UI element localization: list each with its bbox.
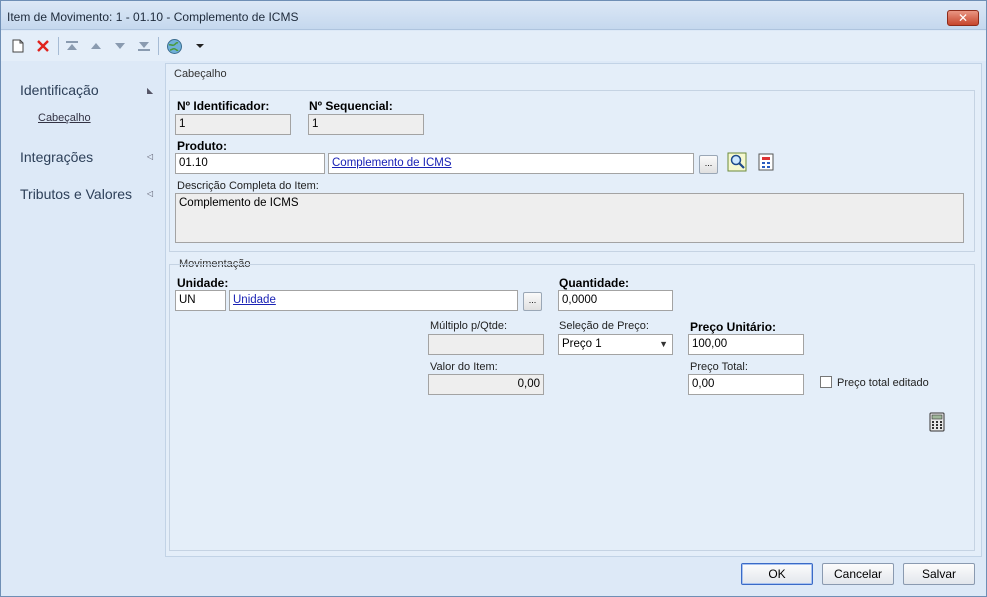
preco-editado-checkbox[interactable] [820,376,832,388]
calculator-icon[interactable] [926,411,948,433]
window-title: Item de Movimento: 1 - 01.10 - Complemen… [7,10,299,24]
unidade-code-input[interactable]: UN [175,290,226,311]
multiplo-field[interactable] [428,334,544,355]
produto-name-link[interactable]: Complemento de ICMS [332,157,452,169]
label-preco-editado: Preço total editado [837,377,929,389]
form-content: Cabeçalho Nº Identificador: 1 Nº Sequenc… [165,63,982,557]
produto-lookup-button[interactable]: ... [699,155,718,174]
label-quantidade: Quantidade: [559,276,630,290]
search-product-icon[interactable] [726,151,748,173]
collapsed-arrow-icon: ◁ [147,152,154,161]
toolbar-separator [58,37,59,55]
sidebar-subitem-cabecalho[interactable]: Cabeçalho [38,112,91,124]
unidade-lookup-button[interactable]: ... [523,292,542,311]
cancel-button[interactable]: Cancelar [822,563,894,585]
produto-code-input[interactable]: 01.10 [175,153,325,174]
delete-icon[interactable] [34,37,52,55]
sidebar: Identificação ◣ Cabeçalho Integrações ◁ … [1,61,161,561]
selecao-preco-select[interactable]: Preço 1 ▼ [558,334,673,355]
label-descricao: Descrição Completa do Item: [177,180,319,192]
first-record-icon[interactable] [63,37,81,55]
dropdown-arrow-icon[interactable] [191,37,209,55]
sidebar-item-tributos-valores[interactable]: Tributos e Valores [20,186,132,202]
label-preco-unitario: Preço Unitário: [690,320,777,334]
collapsed-arrow-icon: ◁ [147,189,154,198]
selecao-preco-value: Preço 1 [562,338,602,350]
save-button[interactable]: Salvar [903,563,975,585]
produto-name-field[interactable]: Complemento de ICMS [328,153,694,174]
new-document-icon[interactable] [9,37,27,55]
group-label-cabecalho: Cabeçalho [174,68,227,80]
ok-button[interactable]: OK [741,563,813,585]
label-preco-total: Preço Total: [690,361,748,373]
quantidade-input[interactable]: 0,0000 [558,290,673,311]
label-valor-item: Valor do Item: [430,361,498,373]
identificador-field[interactable]: 1 [175,114,291,135]
globe-icon[interactable] [165,37,183,55]
preco-unitario-input[interactable]: 100,00 [688,334,804,355]
label-sequencial: Nº Sequencial: [309,99,393,113]
label-identificador: Nº Identificador: [177,99,270,113]
unidade-name-link[interactable]: Unidade [233,294,276,306]
last-record-icon[interactable] [135,37,153,55]
descricao-textarea[interactable]: Complemento de ICMS [175,193,964,243]
label-selecao-preco: Seleção de Preço: [559,320,649,332]
product-details-icon[interactable] [755,151,777,173]
dialog-window: Item de Movimento: 1 - 01.10 - Complemen… [0,0,987,597]
label-multiplo: Múltiplo p/Qtde: [430,320,508,332]
expanded-arrow-icon: ◣ [147,86,154,95]
valor-item-field[interactable]: 0,00 [428,374,544,395]
preco-total-input[interactable]: 0,00 [688,374,804,395]
title-bar[interactable]: Item de Movimento: 1 - 01.10 - Complemen… [1,1,986,30]
sidebar-item-identificacao[interactable]: Identificação [20,82,99,98]
chevron-down-icon: ▼ [659,339,668,349]
next-record-icon[interactable] [111,37,129,55]
toolbar-separator [158,37,159,55]
unidade-name-field[interactable]: Unidade [229,290,518,311]
label-unidade: Unidade: [177,276,229,290]
label-produto: Produto: [177,139,227,153]
close-button[interactable]: ✕ [947,10,979,26]
previous-record-icon[interactable] [87,37,105,55]
toolbar [1,31,986,61]
sequencial-field[interactable]: 1 [308,114,424,135]
sidebar-item-integracoes[interactable]: Integrações [20,149,93,165]
